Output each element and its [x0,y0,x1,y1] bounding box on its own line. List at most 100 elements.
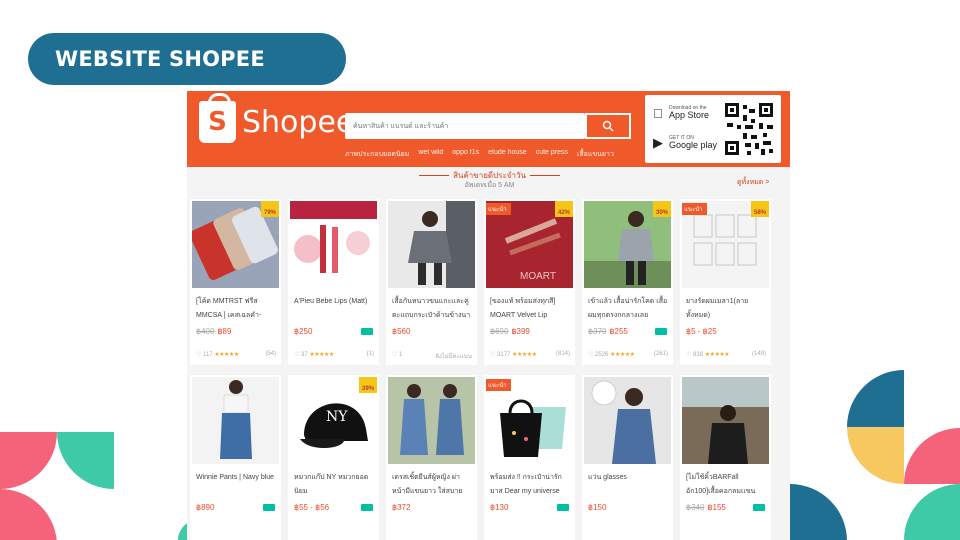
product-image [388,201,475,288]
product-price: ฿400 ฿89 [196,327,232,336]
product-price: ฿150 [588,503,607,512]
free-shipping-icon [753,504,765,511]
slide-title: WEBSITE SHOPEE [55,47,265,71]
product-price: ฿890 [196,503,215,512]
see-all-link[interactable]: ดูทั้งหมด > [737,177,769,188]
product-name: A'Pieu Bebe Lips (Matt) [294,298,368,305]
decorative-shapes-left [0,432,114,540]
product-rating: ♡ 117 ★★★★★ (54) [196,351,276,358]
product-name: แว่น glasses [588,474,627,481]
shopping-bag-icon: S [199,93,236,143]
qr-code-icon [723,101,775,157]
app-download-box:  Download on theApp Store ▶ GET IT ONGo… [645,95,781,163]
keyword-link[interactable]: cute press [536,149,568,160]
product-price: ฿690 ฿399 [490,327,530,336]
star-rating-icon: ★★★★★ [309,352,334,358]
discount-badge: 39% [359,377,377,393]
product-price: ฿560 [392,327,411,336]
svg-text:NY: NY [326,409,348,425]
slide: WEBSITE SHOPEE S Shopee ค้นหาสินค้า แบรน… [0,0,960,540]
product-image [192,377,279,464]
free-shipping-icon [361,504,373,511]
product-image [290,201,377,288]
discount-badge: 58% [751,201,769,217]
product-price: ฿250 [294,327,313,336]
preferred-badge: แนะนำ [486,203,511,215]
preferred-badge: แนะนำ [682,203,707,215]
product-image [584,377,671,464]
product-card[interactable]: Winnie Pants | Navy blue ฿890 [190,375,281,540]
keyword-link[interactable]: wet wild [418,149,443,160]
preferred-badge: แนะนำ [486,379,511,391]
product-rating: ♡ 838 ★★★★★ (149) [686,351,766,358]
star-rating-icon: ★★★★★ [512,352,537,358]
search-input[interactable] [345,113,575,139]
slide-title-pill: WEBSITE SHOPEE [28,33,346,85]
product-card[interactable]: A'Pieu Bebe Lips (Matt) ฿250 ♡ 37 ★★★★★(… [288,199,379,365]
product-rating: ♡ 3177 ★★★★★ (814) [490,351,570,358]
search-button[interactable] [585,113,631,139]
shopee-logo-text: Shopee [242,104,355,140]
star-rating-icon: ★★★★★ [214,352,239,358]
discount-badge: 42% [555,201,573,217]
product-price: ฿372 [392,503,411,512]
product-name: [ไม่ใช้คิ้วBARFall อัก100]เสื้อคอกลมเเขน [686,474,756,495]
product-name: พร้อมส่ง !! กระเป๋าน่ารัก มาส Dear my un… [490,474,562,495]
decorative-shapes-right [790,370,960,540]
product-card[interactable]: 79% [โค้ด MMTRST ฟรีส MMCSA ] เคสเฉลคำ- … [190,199,281,365]
product-card[interactable]: MOART แนะนำ 42% [ของแท้ พร้อมส่งทุกสี] M… [484,199,575,365]
discount-badge: 79% [261,201,279,217]
keyword-link[interactable]: ภาพประกอบยอดนิยม [345,149,409,160]
google-play-icon: ▶ [653,135,663,150]
product-rating: ♡ 2526 ★★★★★ (261) [588,351,668,358]
apple-icon:  [651,106,665,121]
product-card[interactable]: [ไม่ใช้คิ้วBARFall อัก100]เสื้อคอกลมเเขน… [680,375,771,540]
product-price: ฿370 ฿255 [588,327,628,336]
popular-keywords: ภาพประกอบยอดนิยม wet wild oppo f1s etude… [345,149,614,160]
discount-badge: 30% [653,201,671,217]
product-name: เสื้อกันหนาวขนแกะเเละคู่ ตะแถบกระเป๋าด้า… [392,298,471,319]
product-price: ฿130 [490,503,509,512]
free-shipping-icon [361,328,373,335]
free-shipping-icon [263,504,275,511]
app-store-badge[interactable]:  Download on theApp Store [651,101,719,125]
shopee-header: S Shopee ภาพประกอบยอดนิยม wet wild oppo … [187,91,790,167]
product-card[interactable]: แนะนำ 58% ยางรัดผมเมลา1(ลาย ทั้งหมด) ฿5 … [680,199,771,365]
product-card[interactable]: แนะนำ พร้อมส่ง !! กระเป๋าน่ารัก มาส Dear… [484,375,575,540]
shopee-screenshot: S Shopee ภาพประกอบยอดนิยม wet wild oppo … [187,91,790,540]
product-price: ฿5 - ฿25 [686,327,717,336]
star-rating-icon: ★★★★★ [610,352,635,358]
product-card[interactable]: 30% เข้าแล้ว เสื้อน่ารักโคด เสื้อผมทุกตร… [582,199,673,365]
search-icon [602,120,614,132]
shopee-logo[interactable]: S Shopee [199,93,355,143]
product-rating: ♡ 37 ★★★★★ (1) [294,351,374,358]
product-card[interactable]: เสื้อกันหนาวขนแกะเเละคู่ ตะแถบกระเป๋าด้า… [386,199,477,365]
product-name: Winnie Pants | Navy blue [196,474,275,481]
product-price: ฿340 ฿155 [686,503,726,512]
section-subtitle: อัพเดทเมื่อ 5 AM [464,182,515,189]
product-name: เดรสเชิ้ตยีนส์ผู้หญิง ผ่าหน้ามีแขนยาว ใส… [392,474,463,495]
product-price: ฿55 - ฿56 [294,503,330,512]
product-name: [โค้ด MMTRST ฟรีส MMCSA ] เคสเฉลคำ- [196,298,262,319]
keyword-link[interactable]: oppo f1s [452,149,479,160]
divider [530,175,560,176]
product-name: [ของแท้ พร้อมส่งทุกสี] MOART Velvet Lip [490,298,556,319]
product-card[interactable]: NY 39% หมวกแก๊ป NY หมวกยอดนิยม ฿55 - ฿56 [288,375,379,540]
section-header: สินค้าขายดีประจำวัน อัพเดทเมื่อ 5 AM ดูท… [187,167,790,195]
free-shipping-icon [557,504,569,511]
product-name: หมวกแก๊ป NY หมวกยอดนิยม [294,474,369,495]
product-card[interactable]: เดรสเชิ้ตยีนส์ผู้หญิง ผ่าหน้ามีแขนยาว ใส… [386,375,477,540]
search-box [345,113,585,139]
free-shipping-icon [655,328,667,335]
product-rating: ♡ 1 ยังไม่มีคะแนน [392,352,472,360]
product-card[interactable]: แว่น glasses ฿150 [582,375,673,540]
keyword-link[interactable]: etude house [488,149,527,160]
product-name: เข้าแล้ว เสื้อน่ารักโคด เสื้อผมทุกตรงกกล… [588,298,668,319]
star-rating-icon: ★★★★★ [704,352,730,358]
google-play-badge[interactable]: ▶ GET IT ON Google play [651,131,719,155]
svg-text:MOART: MOART [520,271,556,282]
keyword-link[interactable]: เสื้อแขนยาว [577,149,614,160]
product-name: ยางรัดผมเมลา1(ลาย ทั้งหมด) [686,298,749,319]
product-image [388,377,475,464]
product-image [682,377,769,464]
